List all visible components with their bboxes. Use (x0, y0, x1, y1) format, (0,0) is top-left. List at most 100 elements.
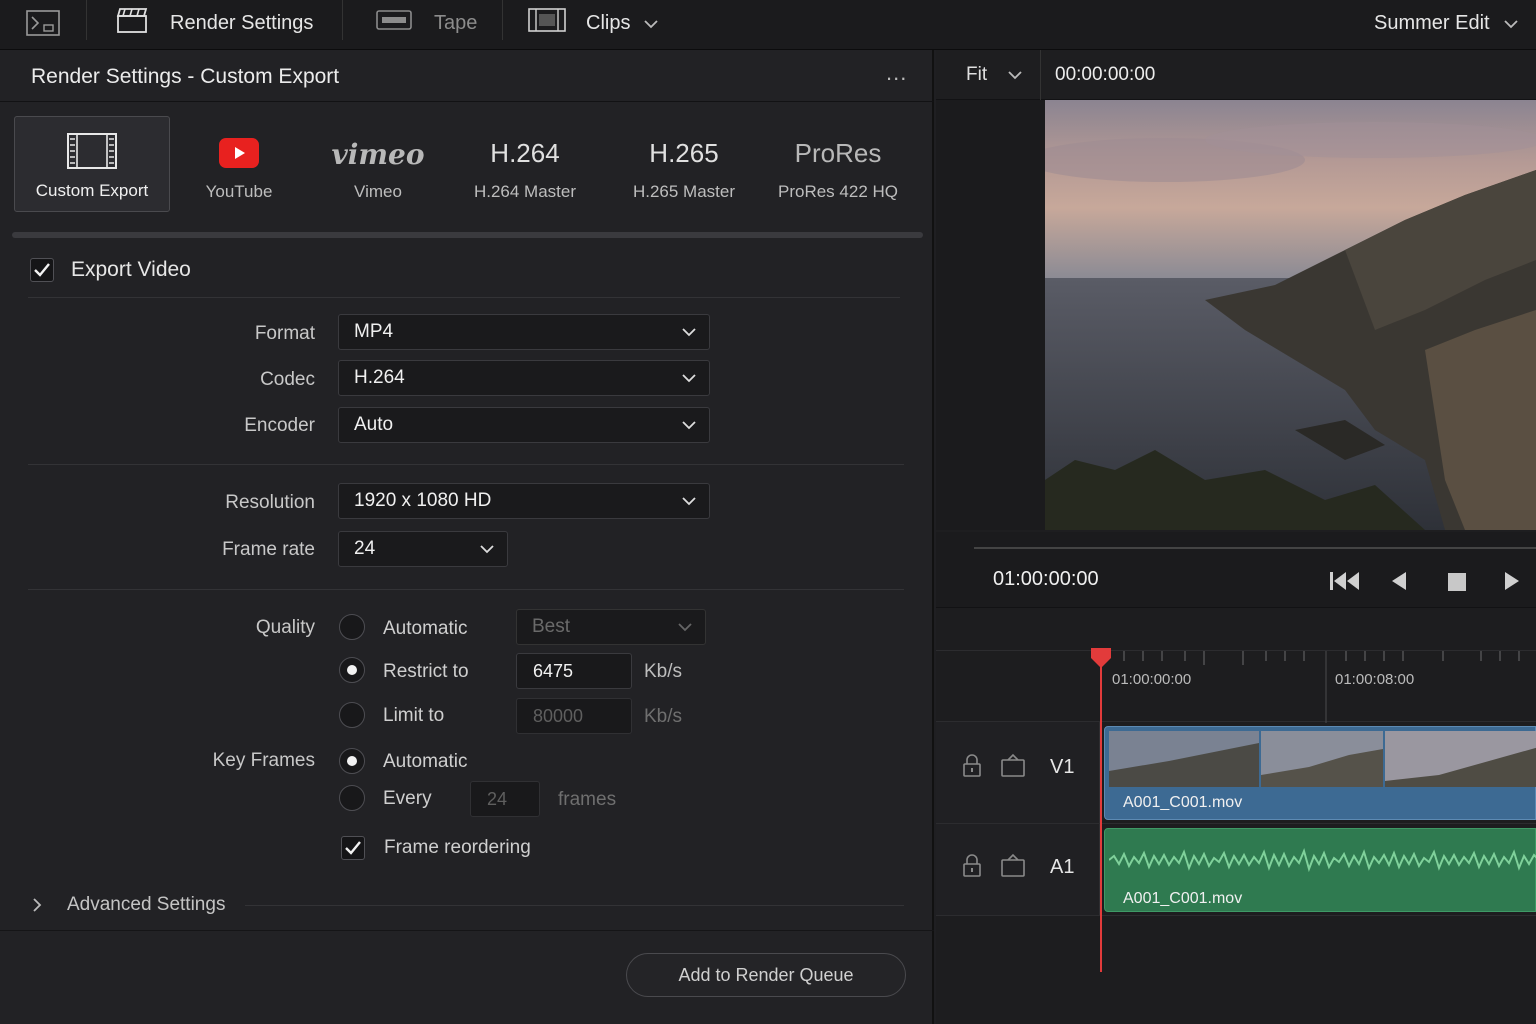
timeline: 01:00:00:00 01:00:08:00 V1 A001_C001.mov… (936, 608, 1536, 1024)
play-icon[interactable] (1503, 570, 1521, 597)
coastline-preview-image (1045, 100, 1536, 530)
render-settings-panel: Render Settings - Custom Export ... Cust… (0, 50, 934, 1024)
clips-tab[interactable]: Clips (528, 0, 659, 46)
viewer-timecode: 00:00:00:00 (1055, 64, 1156, 85)
audio-clip[interactable]: A001_C001.mov (1104, 828, 1536, 912)
frame-rate-value: 24 (354, 538, 376, 559)
go-to-start-icon[interactable] (1329, 570, 1361, 597)
quality-label: Quality (255, 617, 315, 638)
key-frames-label: Key Frames (212, 750, 315, 771)
track-name: A1 (1050, 856, 1075, 878)
youtube-icon (219, 138, 259, 173)
filmstrip-icon (67, 133, 117, 174)
quality-restrict-radio[interactable] (339, 657, 365, 683)
preset-custom-export[interactable]: Custom Export (14, 116, 170, 212)
preset-prores[interactable]: ProRes ProRes 422 HQ (760, 116, 916, 212)
render-settings-tab[interactable]: Render Settings (116, 0, 313, 46)
panel-toggle-icon[interactable] (26, 0, 60, 46)
project-name: Summer Edit (1374, 11, 1490, 34)
render-settings-label: Render Settings (170, 11, 314, 34)
lock-icon[interactable] (962, 754, 982, 783)
format-label: Format (254, 323, 315, 344)
quality-limit-label: Limit to (383, 705, 445, 726)
chevron-down-icon (1503, 12, 1518, 35)
preset-h264-master[interactable]: H.264 H.264 Master (447, 116, 603, 212)
stop-icon[interactable] (1447, 572, 1467, 597)
export-video-checkbox[interactable] (30, 258, 54, 282)
keyframes-automatic-label: Automatic (383, 751, 468, 772)
quality-automatic-select[interactable]: Best (516, 609, 706, 645)
zoom-select[interactable]: Fit (966, 64, 1023, 86)
chevron-down-icon (644, 12, 659, 35)
chevron-down-icon (678, 623, 692, 632)
advanced-settings-toggle[interactable]: Advanced Settings (67, 894, 225, 916)
preset-label: YouTube (205, 182, 273, 201)
preset-scrollbar[interactable] (12, 232, 923, 238)
quality-automatic-radio[interactable] (339, 614, 365, 640)
preset-h265-master[interactable]: H.265 H.265 Master (606, 116, 762, 212)
keyframes-every-input[interactable]: 24 (470, 781, 540, 817)
tape-tab[interactable]: Tape (376, 0, 477, 46)
frame-rate-select[interactable]: 24 (338, 531, 508, 567)
keyframes-automatic-radio[interactable] (339, 748, 365, 774)
codec-select[interactable]: H.264 (338, 360, 710, 396)
lock-icon[interactable] (962, 854, 982, 883)
chevron-down-icon (682, 374, 696, 383)
preset-label: Custom Export (35, 181, 149, 200)
format-select[interactable]: MP4 (338, 314, 710, 350)
encoder-value: Auto (354, 414, 394, 435)
more-options-button[interactable]: ... (886, 60, 907, 86)
divider (1040, 50, 1041, 100)
chevron-down-icon (1008, 71, 1023, 80)
quality-automatic-label: Automatic (383, 618, 468, 639)
frame-reordering-checkbox[interactable] (341, 836, 365, 860)
keyframes-every-label: Every (383, 788, 432, 809)
tape-label: Tape (434, 11, 478, 34)
zoom-value: Fit (966, 64, 988, 85)
playhead[interactable] (1091, 648, 1111, 972)
auto-track-icon[interactable] (1000, 752, 1026, 783)
clips-label: Clips (586, 11, 631, 34)
track-header: V1 (936, 722, 1100, 823)
encoder-select[interactable]: Auto (338, 407, 710, 443)
chevron-right-icon[interactable] (30, 896, 44, 919)
track-a1: A1 A001_C001.mov (936, 824, 1536, 916)
track-name: V1 (1050, 756, 1075, 778)
export-video-label: Export Video (71, 258, 191, 281)
preset-title: ProRes (794, 138, 882, 168)
format-value: MP4 (354, 321, 394, 342)
add-to-render-queue-button[interactable]: Add to Render Queue (626, 953, 906, 997)
project-menu[interactable]: Summer Edit (1374, 0, 1518, 46)
chevron-down-icon (682, 497, 696, 506)
auto-track-icon[interactable] (1000, 852, 1026, 883)
quality-limit-radio[interactable] (339, 702, 365, 728)
panel-footer: Add to Render Queue (0, 930, 934, 1024)
preset-strip: Custom Export YouTube vimeo Vimeo H.264 … (0, 116, 934, 222)
panel-title: Render Settings - Custom Export (31, 65, 340, 88)
top-toolbar: Render Settings Tape Clips Summer Edit (0, 0, 1536, 50)
viewer-gutter (936, 100, 1045, 530)
preset-vimeo[interactable]: vimeo Vimeo (300, 116, 456, 212)
preset-youtube[interactable]: YouTube (161, 116, 317, 212)
resolution-select[interactable]: 1920 x 1080 HD (338, 483, 710, 519)
transport-timecode: 01:00:00:00 (993, 568, 1099, 590)
chevron-down-icon (682, 328, 696, 337)
track-header: A1 (936, 824, 1100, 915)
chevron-down-icon (480, 545, 494, 554)
preset-title: H.264 (490, 138, 560, 168)
video-preview (1045, 100, 1536, 530)
frame-rate-label: Frame rate (222, 539, 315, 560)
filmstrip-icon (528, 7, 566, 39)
panel-header: Render Settings - Custom Export ... (0, 50, 934, 102)
timeline-ruler[interactable]: 01:00:00:00 01:00:08:00 (936, 650, 1536, 723)
limit-unit: Kb/s (644, 706, 683, 727)
scrub-bar[interactable] (974, 547, 1536, 549)
transport-bar: 01:00:00:00 (936, 532, 1536, 608)
keyframes-every-unit: frames (558, 789, 617, 810)
video-clip[interactable]: A001_C001.mov (1104, 726, 1536, 820)
restrict-bitrate-input[interactable]: 6475 (516, 653, 632, 689)
limit-bitrate-input[interactable]: 80000 (516, 698, 632, 734)
keyframes-every-radio[interactable] (339, 785, 365, 811)
ruler-label: 01:00:08:00 (1335, 671, 1415, 688)
play-reverse-icon[interactable] (1390, 570, 1408, 597)
